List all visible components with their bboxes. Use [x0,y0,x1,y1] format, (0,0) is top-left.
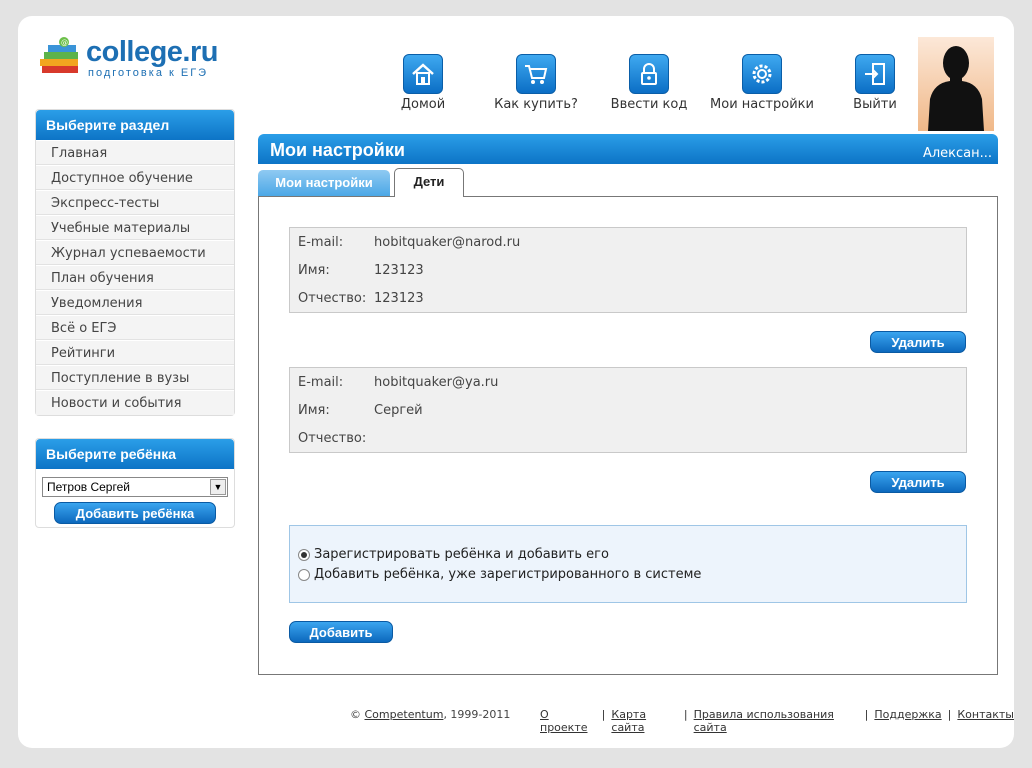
lock-icon [629,54,669,94]
child-card: E-mail: hobitquaker@narod.ru Имя: 123123 О… [289,227,967,313]
copyright-symbol: © [350,708,361,721]
nav-how-to-buy[interactable]: Как купить? [481,54,591,112]
nav-enter-code[interactable]: Ввести код [594,54,704,112]
option-register-new-label: Зарегистрировать ребёнка и добавить его [314,547,609,562]
nav-my-settings-label: Мои настройки [710,97,814,112]
child-email: hobitquaker@ya.ru [374,375,499,390]
tab-my-settings[interactable]: Мои настройки [258,170,390,196]
child-card: E-mail: hobitquaker@ya.ru Имя: Сергей Отче… [289,367,967,453]
radio-add-existing[interactable] [298,568,310,581]
child-patronymic-row: Отчество: [298,431,374,446]
nav-how-to-buy-label: Как купить? [494,97,578,112]
footer-separator: | [683,708,688,721]
user-silhouette-icon [928,46,984,131]
user-name[interactable]: Алексан... [923,146,992,161]
tab-children[interactable]: Дети [394,168,464,197]
child-name: Сергей [374,403,423,418]
page-title: Мои настройки [270,140,405,160]
sidebar-item-notifications[interactable]: Уведомления [36,290,234,315]
sidebar-item-study-plan[interactable]: План обучения [36,265,234,290]
gear-icon [742,54,782,94]
footer-link-support[interactable]: Поддержка [874,708,941,734]
child-selector-box: Выберите ребёнка Петров Сергей ▼ Добавит… [35,438,235,528]
sidebar-item-news[interactable]: Новости и события [36,390,234,415]
main-header: Мои настройки Алексан... [258,134,998,164]
section-menu-title: Выберите раздел [36,110,234,140]
sidebar-item-express-tests[interactable]: Экспресс-тесты [36,190,234,215]
option-add-existing-label: Добавить ребёнка, уже зарегистрированног… [314,567,702,582]
child-name-row: Имя: 123123 [298,263,424,278]
child-patronymic: 123123 [374,291,424,306]
nav-my-settings[interactable]: Мои настройки [707,54,817,112]
name-label: Имя: [298,403,330,418]
name-label: Имя: [298,263,330,278]
child-patronymic-row: Отчество: 123123 [298,291,424,306]
email-label: E-mail: [298,235,344,250]
delete-child-button[interactable]: Удалить [870,331,966,353]
child-select-value: Петров Сергей [47,480,130,494]
radio-register-new[interactable] [298,548,310,561]
add-button[interactable]: Добавить [289,621,393,643]
books-logo-icon: @ [40,37,78,73]
chevron-down-icon[interactable]: ▼ [210,479,226,495]
option-add-existing[interactable]: Добавить ребёнка, уже зарегистрированног… [298,567,701,582]
patronymic-label: Отчество: [298,291,367,306]
child-email-row: E-mail: hobitquaker@narod.ru [298,235,520,250]
footer-separator: | [864,708,869,721]
nav-enter-code-label: Ввести код [610,97,688,112]
child-name: 123123 [374,263,424,278]
sidebar-item-main[interactable]: Главная [36,140,234,165]
sidebar-item-admission[interactable]: Поступление в вузы [36,365,234,390]
avatar[interactable] [918,37,994,131]
exit-icon [855,54,895,94]
sidebar-item-ratings[interactable]: Рейтинги [36,340,234,365]
option-register-new[interactable]: Зарегистрировать ребёнка и добавить его [298,547,609,562]
child-selector-title: Выберите ребёнка [36,439,234,469]
nav-home[interactable]: Домой [368,54,478,112]
nav-logout-label: Выйти [853,97,897,112]
brand-name: college.ru [86,36,219,68]
sidebar-item-progress-journal[interactable]: Журнал успеваемости [36,240,234,265]
footer-separator: | [947,708,952,721]
footer-link-terms[interactable]: Правила использования сайта [694,708,859,734]
email-label: E-mail: [298,375,344,390]
footer-separator: | [601,708,606,721]
section-menu-list: Главная Доступное обучение Экспресс-тест… [36,140,234,415]
patronymic-label: Отчество: [298,431,367,446]
sidebar-item-materials[interactable]: Учебные материалы [36,215,234,240]
footer-link-about[interactable]: О проекте [540,708,596,734]
svg-text:@: @ [61,39,68,47]
footer-links: О проекте | Карта сайта | Правила исполь… [540,708,1014,734]
copyright-years: , 1999-2011 [443,708,511,721]
page-frame: @ college.ru подготовка к ЕГЭ Домой Как … [18,16,1014,748]
child-select[interactable]: Петров Сергей ▼ [42,477,228,497]
child-email: hobitquaker@narod.ru [374,235,521,250]
brand-tagline: подготовка к ЕГЭ [88,67,209,79]
cart-icon [516,54,556,94]
child-email-row: E-mail: hobitquaker@ya.ru [298,375,498,390]
nav-home-label: Домой [400,97,446,112]
children-panel: E-mail: hobitquaker@narod.ru Имя: 123123 О… [258,196,998,675]
footer-copyright: © Competentum, 1999-2011 [350,708,510,721]
nav-logout[interactable]: Выйти [820,54,930,112]
company-link[interactable]: Competentum [365,708,444,721]
sidebar-item-about-ege[interactable]: Всё о ЕГЭ [36,315,234,340]
footer-link-contacts[interactable]: Контакты [957,708,1014,734]
footer-link-sitemap[interactable]: Карта сайта [611,708,678,734]
sidebar-item-available-courses[interactable]: Доступное обучение [36,165,234,190]
home-icon [403,54,443,94]
add-child-button[interactable]: Добавить ребёнка [54,502,216,524]
child-name-row: Имя: Сергей [298,403,423,418]
add-child-options: Зарегистрировать ребёнка и добавить его … [289,525,967,603]
section-menu: Выберите раздел Главная Доступное обучен… [35,109,235,416]
delete-child-button[interactable]: Удалить [870,471,966,493]
site-logo[interactable]: @ college.ru подготовка к ЕГЭ [38,36,238,88]
